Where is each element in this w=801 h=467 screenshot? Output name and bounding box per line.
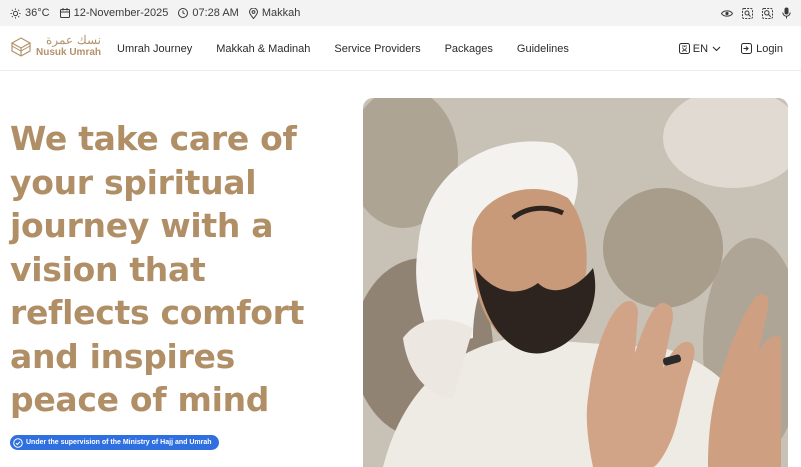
language-selector[interactable]: EN (678, 42, 721, 55)
nav-packages[interactable]: Packages (445, 43, 493, 55)
login-icon (741, 43, 753, 54)
login-label: Login (756, 42, 783, 55)
top-info-bar: 36°C 12-November-2025 07:28 AM Makkah (0, 0, 801, 26)
header-actions: EN Login (678, 26, 783, 71)
temperature-text: 36°C (25, 7, 50, 19)
clock-icon (178, 8, 189, 18)
hero-pilgrim-photo (363, 98, 788, 467)
date-text: 12-November-2025 (73, 7, 169, 19)
nav-service-providers[interactable]: Service Providers (334, 43, 420, 55)
time-text: 07:28 AM (192, 7, 239, 19)
location-pin-icon (248, 7, 258, 19)
logo-arabic-text: نسك عمرة (46, 33, 102, 47)
calendar-icon (59, 8, 70, 18)
nav-umrah-journey[interactable]: Umrah Journey (117, 43, 192, 55)
nusuk-logo[interactable]: نسك عمرة Nusuk Umrah (9, 34, 101, 58)
chevron-down-icon (712, 46, 721, 51)
kaaba-logo-icon (10, 37, 32, 57)
eye-icon[interactable] (721, 9, 733, 18)
logo-english-text: Nusuk Umrah (36, 47, 102, 58)
language-icon (678, 43, 690, 54)
badge-text: Under the supervision of the Ministry of… (26, 439, 212, 446)
check-circle-icon (13, 437, 23, 448)
hero-title: We take care of your spiritual journey w… (10, 119, 305, 419)
language-label: EN (692, 42, 709, 55)
sun-icon (10, 7, 21, 19)
main-header: نسك عمرة Nusuk Umrah Umrah Journey Makka… (0, 26, 801, 71)
time-info: 07:28 AM (178, 7, 239, 19)
login-button[interactable]: Login (741, 43, 783, 55)
pilgrim-illustration (363, 98, 788, 467)
search-icon[interactable] (762, 7, 773, 19)
date-info: 12-November-2025 (59, 7, 169, 19)
location-text: Makkah (261, 7, 301, 19)
screen-search-icon[interactable] (742, 7, 753, 19)
ministry-supervision-badge: Under the supervision of the Ministry of… (10, 435, 219, 450)
accessibility-tools (712, 0, 791, 26)
nav-makkah-madinah[interactable]: Makkah & Madinah (216, 43, 310, 55)
temperature-info: 36°C (10, 7, 50, 19)
location-info: Makkah (248, 7, 301, 19)
microphone-icon[interactable] (782, 7, 791, 19)
nav-guidelines[interactable]: Guidelines (517, 43, 569, 55)
main-navigation: Umrah Journey Makkah & Madinah Service P… (117, 26, 593, 71)
